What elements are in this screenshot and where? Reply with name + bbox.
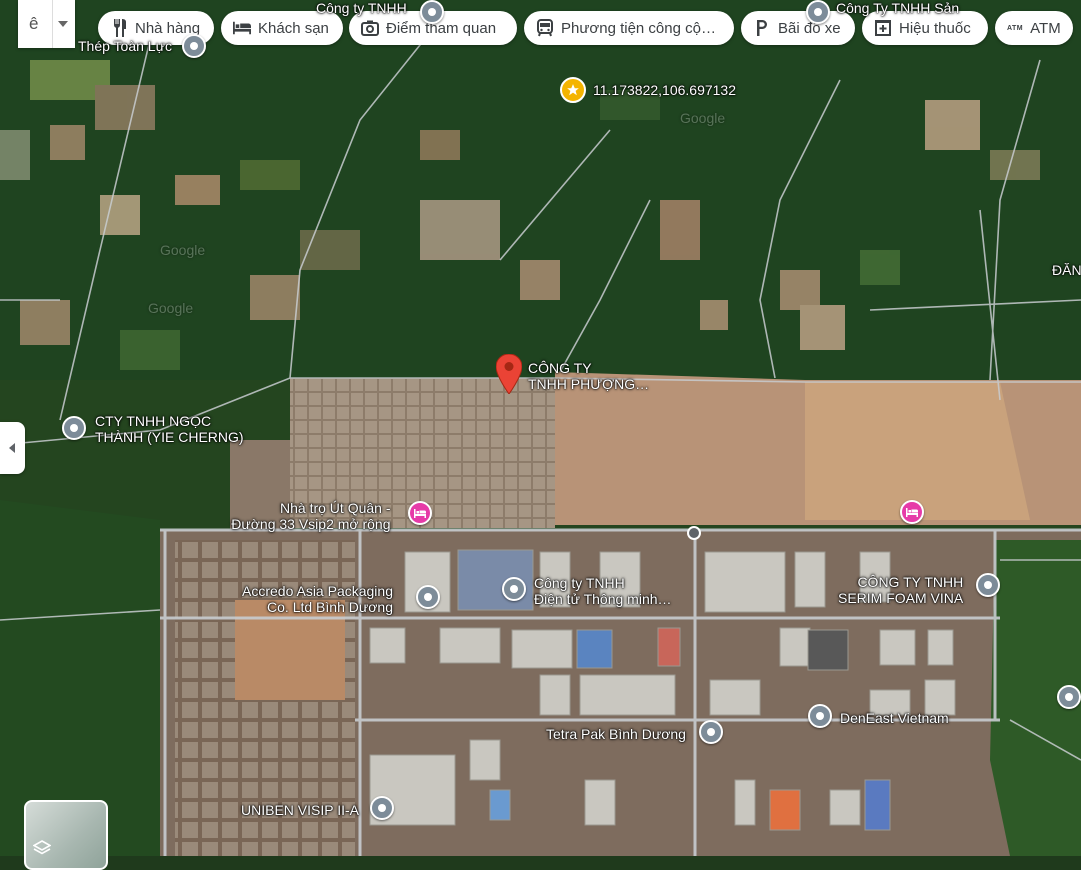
caret-down-icon: [58, 21, 69, 27]
filter-label: Khách sạn: [258, 19, 329, 37]
atm-icon: ATM: [1007, 24, 1024, 32]
place-label[interactable]: CÔNG TY TNHH SERIM FOAM VINA: [838, 574, 963, 606]
camera-icon: [361, 19, 379, 37]
place-marker[interactable]: [806, 0, 830, 24]
bed-icon: [906, 507, 918, 517]
filter-label: ATM: [1030, 19, 1061, 37]
selected-place-label[interactable]: CÔNG TY TNHH PHƯỢNG…: [528, 360, 649, 392]
filter-label: Điểm tham quan: [386, 19, 497, 37]
place-marker[interactable]: [699, 720, 723, 744]
place-marker[interactable]: [420, 0, 444, 24]
star-icon: [560, 77, 586, 103]
filter-label: Hiệu thuốc: [899, 19, 971, 37]
filter-chip-hotels[interactable]: Khách sạn: [221, 11, 343, 45]
hotel-icon: [233, 19, 251, 37]
place-marker[interactable]: [62, 416, 86, 440]
filter-chip-transit[interactable]: Phương tiện công cộ…: [524, 11, 734, 45]
place-marker[interactable]: [1057, 685, 1081, 709]
coordinate-label: 11.173822,106.697132: [593, 82, 736, 98]
filter-chip-pharmacy[interactable]: Hiệu thuốc: [862, 11, 988, 45]
place-label[interactable]: Công Ty TNHH Sản: [836, 0, 959, 16]
parking-icon: [753, 19, 771, 37]
restaurant-icon: [110, 19, 128, 37]
place-marker[interactable]: [808, 704, 832, 728]
pharmacy-icon: [874, 19, 892, 37]
coordinate-marker[interactable]: 11.173822,106.697132: [560, 77, 736, 103]
place-marker[interactable]: [182, 34, 206, 58]
place-label-partial: ĐĂN: [1052, 262, 1081, 278]
menu-button[interactable]: ê: [18, 0, 75, 48]
watermark-google: Google: [160, 242, 206, 258]
place-label[interactable]: Tetra Pak Bình Dương: [546, 726, 686, 742]
map-pin-icon: [495, 353, 523, 395]
layers-icon: [33, 840, 51, 855]
selected-place-marker[interactable]: [495, 353, 523, 399]
place-label[interactable]: Nhà trọ Út Quân - Đường 33 Vsip2 mở rộng: [230, 500, 390, 532]
watermark-google: Google: [148, 300, 194, 316]
filter-chip-parking[interactable]: Bãi đỗ xe: [741, 11, 855, 45]
place-marker-lodging[interactable]: [900, 500, 924, 524]
watermark-google: Google: [680, 110, 726, 126]
filter-chip-atm[interactable]: ATM ATM: [995, 11, 1073, 45]
place-label[interactable]: UNIBEN VISIP II-A: [241, 802, 359, 818]
place-label[interactable]: Công ty TNHH: [316, 0, 407, 16]
place-marker[interactable]: [502, 577, 526, 601]
filter-label: Phương tiện công cộ…: [561, 19, 716, 37]
place-marker-lodging[interactable]: [408, 501, 432, 525]
menu-logo: ê: [29, 14, 39, 33]
place-label[interactable]: DenEast Vietnam: [840, 710, 949, 726]
transit-icon: [536, 19, 554, 37]
bed-icon: [414, 508, 426, 518]
place-label[interactable]: Accredo Asia Packaging Co. Ltd Bình Dươn…: [242, 583, 393, 615]
dropdown-button[interactable]: [52, 0, 69, 48]
layers-toggle[interactable]: [24, 800, 108, 870]
place-marker[interactable]: [416, 585, 440, 609]
place-marker[interactable]: [976, 573, 1000, 597]
collapse-side-panel-button[interactable]: [0, 422, 25, 474]
place-label[interactable]: CTY TNHH NGỌC THÀNH (YIE CHERNG): [95, 413, 244, 445]
place-label[interactable]: Thép Toàn Lực: [78, 38, 172, 54]
place-label[interactable]: Công ty TNHH Điện tử Thông minh…: [534, 575, 672, 607]
filter-label: Bãi đỗ xe: [778, 19, 841, 37]
chevron-left-icon: [9, 443, 15, 453]
place-marker[interactable]: [370, 796, 394, 820]
